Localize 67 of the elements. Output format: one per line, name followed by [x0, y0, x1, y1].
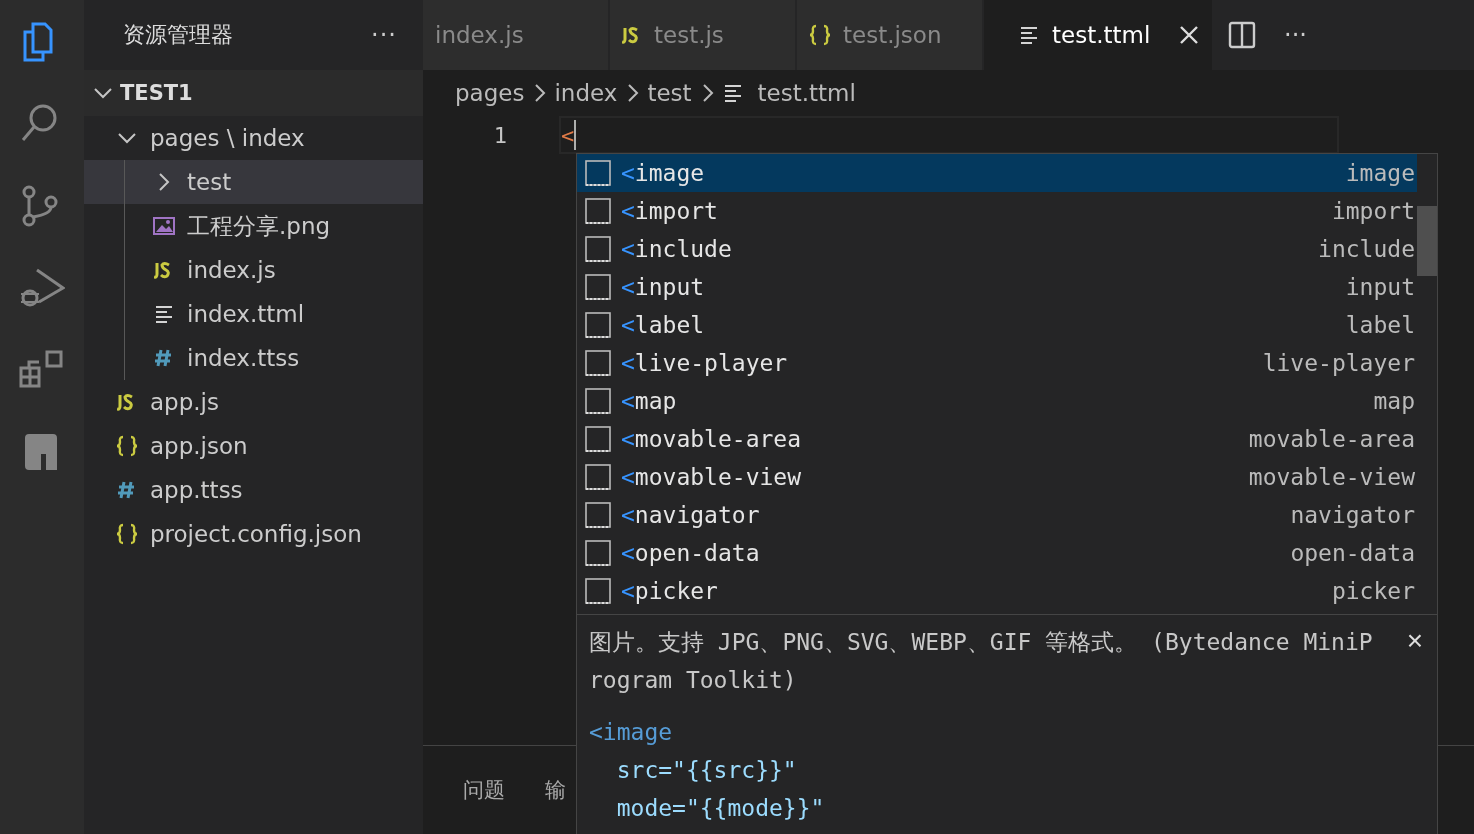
snippet-icon — [585, 388, 611, 414]
suggestion-item[interactable]: <include include — [577, 230, 1417, 268]
snippet-icon — [585, 236, 611, 262]
braces-icon — [116, 523, 138, 545]
snippet-icon — [585, 426, 611, 452]
lines-icon — [153, 303, 175, 325]
suggestion-item[interactable]: <input input — [577, 268, 1417, 306]
suggestion-item[interactable]: <map map — [577, 382, 1417, 420]
lines-icon — [1018, 24, 1040, 46]
split-editor-icon[interactable] — [1228, 21, 1256, 49]
chevron-right-icon — [532, 83, 547, 103]
suggestion-item[interactable]: <movable-view movable-view — [577, 458, 1417, 496]
editor-tab[interactable]: test.json — [797, 0, 982, 70]
tree-item[interactable]: pages \ index — [84, 116, 423, 160]
snippet-icon — [585, 350, 611, 376]
panel-tab[interactable]: 问题 — [463, 776, 505, 804]
snippet-icon — [585, 198, 611, 224]
suggestion-item[interactable]: <picker picker — [577, 572, 1417, 610]
breadcrumb-item[interactable]: pages — [455, 80, 525, 106]
tree-item[interactable]: index.ttml — [84, 292, 423, 336]
editor-tab[interactable]: test.ttml — [984, 0, 1212, 70]
braces-icon — [116, 435, 138, 457]
close-icon — [1178, 24, 1200, 46]
suggestion-item[interactable]: <live-player live-player — [577, 344, 1417, 382]
code-line: <image — [589, 718, 674, 747]
more-actions-button[interactable]: ··· — [1284, 21, 1307, 49]
tree-item[interactable]: app.ttss — [84, 468, 423, 512]
code-text: < — [561, 122, 575, 148]
snippet-icon — [585, 540, 611, 566]
snippet-icon — [585, 160, 611, 186]
tree-item[interactable]: app.json — [84, 424, 423, 468]
suggestion-item[interactable]: <movable-area movable-area — [577, 420, 1417, 458]
close-button[interactable]: × — [1406, 625, 1423, 657]
tree-item[interactable]: index.js — [84, 248, 423, 292]
text-cursor — [574, 120, 577, 150]
line-number: 1 — [492, 122, 507, 148]
scrollbar-thumb[interactable] — [1417, 206, 1437, 276]
suggestion-item[interactable]: <image image — [577, 154, 1417, 192]
chevron-right-icon — [625, 83, 640, 103]
tree-item[interactable]: project.config.json — [84, 512, 423, 556]
breadcrumb-item[interactable]: index — [554, 80, 618, 106]
editor-tab[interactable]: index.js — [423, 0, 608, 70]
suggestion-item[interactable]: <label label — [577, 306, 1417, 344]
code-line: mode="{{mode}}" — [615, 794, 826, 823]
suggestion-item[interactable]: <navigator navigator — [577, 496, 1417, 534]
suggestion-item[interactable]: <open-data open-data — [577, 534, 1417, 572]
snippet-icon — [585, 502, 611, 528]
sidebar-title: 资源管理器 — [123, 21, 233, 49]
documentation-text: 图片。支持 JPG、PNG、SVG、WEBP、GIF 等格式。 (Bytedance MiniProgram Toolkit) — [589, 629, 1373, 693]
tree-item[interactable]: app.js — [84, 380, 423, 424]
suggestion-item[interactable]: <import import — [577, 192, 1417, 230]
snippet-icon — [585, 578, 611, 604]
code-line: src="{{src}}" — [615, 756, 798, 785]
snippet-icon — [585, 274, 611, 300]
breadcrumb-item[interactable]: test — [647, 80, 692, 106]
breadcrumb-item[interactable]: test.ttml — [757, 80, 856, 106]
tree-item[interactable]: 工程分享.png — [84, 204, 423, 248]
snippet-icon — [585, 464, 611, 490]
snippet-icon — [585, 312, 611, 338]
editor-tab[interactable]: test.js — [610, 0, 795, 70]
workspace-header[interactable]: TEST1 — [84, 70, 423, 116]
braces-icon — [809, 24, 831, 46]
tree-item[interactable]: index.ttss — [84, 336, 423, 380]
panel-tab[interactable]: 输 — [545, 776, 566, 804]
tree-item[interactable]: test — [84, 160, 423, 204]
more-actions-button[interactable]: ··· — [371, 21, 397, 49]
image-file-icon — [152, 214, 176, 238]
